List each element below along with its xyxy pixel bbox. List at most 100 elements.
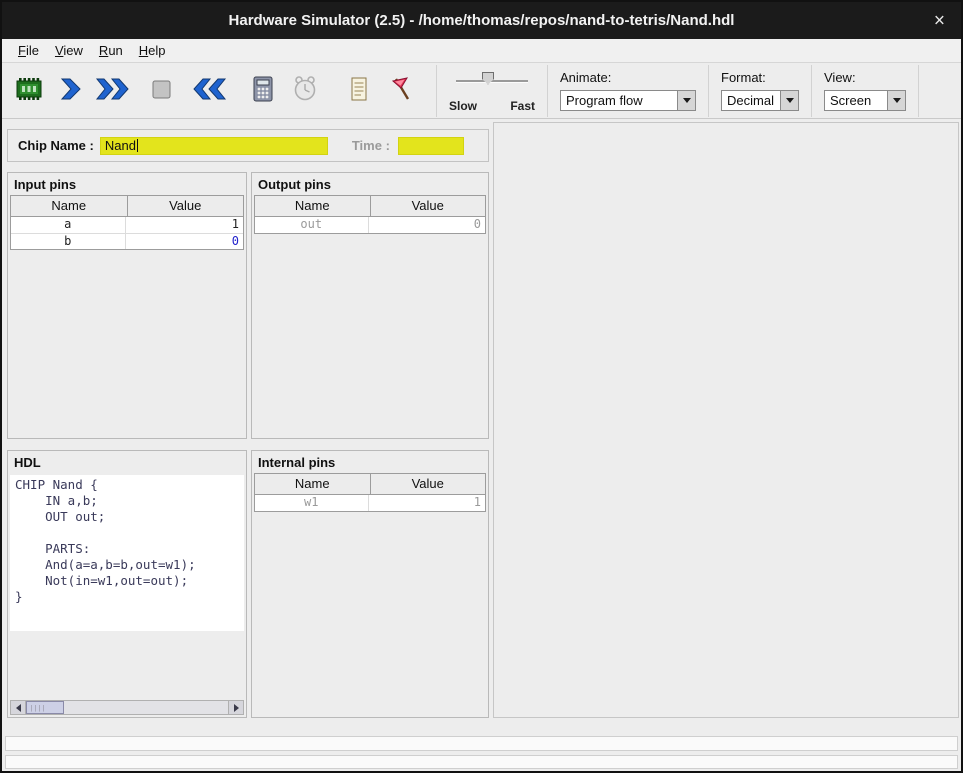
animate-dropdown-button[interactable] <box>677 91 695 110</box>
output-pins-title: Output pins <box>252 173 488 195</box>
status-bar-bottom <box>5 755 958 769</box>
screen-view-area <box>493 122 959 718</box>
output-pins-table: Name Value out 0 <box>254 195 486 234</box>
breakpoint-button[interactable] <box>382 70 420 112</box>
value-column-header: Value <box>371 474 486 494</box>
hardware-simulator-window: Hardware Simulator (2.5) - /home/thomas/… <box>0 0 963 773</box>
format-label: Format: <box>721 70 799 85</box>
pin-value: 0 <box>369 217 486 233</box>
pin-value[interactable]: 0 <box>126 234 244 249</box>
menu-bar: File View Run Help <box>2 39 961 63</box>
stop-icon <box>149 77 173 104</box>
name-column-header: Name <box>255 474 371 494</box>
reset-button[interactable] <box>190 70 228 112</box>
view-value: Screen <box>825 91 887 110</box>
table-row: b 0 <box>11 233 243 249</box>
animate-value: Program flow <box>561 91 677 110</box>
chip-icon <box>14 76 44 105</box>
status-bar-top <box>5 736 958 751</box>
run-icon <box>95 76 131 105</box>
chevron-down-icon <box>893 98 901 103</box>
input-pins-panel: Input pins Name Value a 1 b 0 <box>7 172 247 439</box>
format-group: Format: Decimal <box>709 65 812 117</box>
table-row: w1 1 <box>255 495 485 511</box>
hdl-panel: HDL CHIP Nand { IN a,b; OUT out; PARTS: … <box>7 450 247 718</box>
chip-name-input[interactable]: Nand <box>100 137 328 155</box>
animate-dropdown[interactable]: Program flow <box>560 90 696 111</box>
chevron-down-icon <box>786 98 794 103</box>
load-chip-button[interactable] <box>10 70 48 112</box>
input-pins-title: Input pins <box>8 173 246 195</box>
single-step-button[interactable] <box>52 70 90 112</box>
view-group: View: Screen <box>812 65 919 117</box>
hdl-title: HDL <box>8 451 246 473</box>
pin-name: b <box>11 234 126 249</box>
clock-button[interactable] <box>286 70 324 112</box>
chip-name-label: Chip Name : <box>18 138 94 153</box>
name-column-header: Name <box>255 196 371 216</box>
text-caret <box>137 139 138 152</box>
script-icon <box>348 75 370 106</box>
window-title: Hardware Simulator (2.5) - /home/thomas/… <box>229 12 735 29</box>
animate-label: Animate: <box>560 70 696 85</box>
speed-slider-group: Slow Fast <box>436 65 548 117</box>
clock-icon <box>292 75 318 106</box>
table-header: Name Value <box>255 196 485 217</box>
scroll-right-button[interactable] <box>228 701 243 714</box>
speed-slider[interactable] <box>456 71 528 87</box>
table-header: Name Value <box>255 474 485 495</box>
slider-slow-label: Slow <box>449 99 477 113</box>
title-bar: Hardware Simulator (2.5) - /home/thomas/… <box>2 2 961 39</box>
input-pins-table: Name Value a 1 b 0 <box>10 195 244 250</box>
reset-icon <box>191 76 227 105</box>
pin-name: out <box>255 217 369 233</box>
pin-name: w1 <box>255 495 369 511</box>
view-dropdown[interactable]: Screen <box>824 90 906 111</box>
chip-name-bar: Chip Name : Nand Time : <box>7 129 489 162</box>
slider-fast-label: Fast <box>510 99 535 113</box>
run-button[interactable] <box>94 70 132 112</box>
pin-value: 1 <box>369 495 486 511</box>
table-header: Name Value <box>11 196 243 217</box>
slider-thumb[interactable] <box>482 72 494 85</box>
pin-name: a <box>11 217 126 233</box>
menu-help[interactable]: Help <box>131 40 174 61</box>
output-pins-panel: Output pins Name Value out 0 <box>251 172 489 439</box>
time-label: Time : <box>352 138 390 153</box>
table-row: a 1 <box>11 217 243 233</box>
hdl-horizontal-scrollbar[interactable] <box>10 700 244 715</box>
internal-pins-table: Name Value w1 1 <box>254 473 486 512</box>
chevron-down-icon <box>683 98 691 103</box>
scrollbar-thumb[interactable] <box>26 701 64 714</box>
hdl-code-view: CHIP Nand { IN a,b; OUT out; PARTS: And(… <box>10 475 244 631</box>
view-label: View: <box>824 70 906 85</box>
internal-pins-title: Internal pins <box>252 451 488 473</box>
calculator-icon <box>251 75 275 106</box>
breakpoint-flag-icon <box>389 75 413 106</box>
format-dropdown[interactable]: Decimal <box>721 90 799 111</box>
format-dropdown-button[interactable] <box>780 91 798 110</box>
menu-view[interactable]: View <box>47 40 91 61</box>
menu-file[interactable]: File <box>10 40 47 61</box>
stop-button[interactable] <box>142 70 180 112</box>
format-value: Decimal <box>722 91 780 110</box>
table-row: out 0 <box>255 217 485 233</box>
arrow-right-icon <box>234 704 239 712</box>
view-dropdown-button[interactable] <box>887 91 905 110</box>
single-step-icon <box>58 76 84 105</box>
toolbar: Slow Fast Animate: Program flow Format: … <box>2 63 961 119</box>
script-button[interactable] <box>340 70 378 112</box>
value-column-header: Value <box>371 196 486 216</box>
internal-pins-panel: Internal pins Name Value w1 1 <box>251 450 489 718</box>
close-icon[interactable]: × <box>934 11 945 30</box>
arrow-left-icon <box>16 704 21 712</box>
scrollbar-track[interactable] <box>26 701 228 714</box>
value-column-header: Value <box>128 196 244 216</box>
animate-group: Animate: Program flow <box>548 65 709 117</box>
calculator-button[interactable] <box>244 70 282 112</box>
menu-run[interactable]: Run <box>91 40 131 61</box>
name-column-header: Name <box>11 196 128 216</box>
scroll-left-button[interactable] <box>11 701 26 714</box>
pin-value[interactable]: 1 <box>126 217 244 233</box>
time-field <box>398 137 464 155</box>
